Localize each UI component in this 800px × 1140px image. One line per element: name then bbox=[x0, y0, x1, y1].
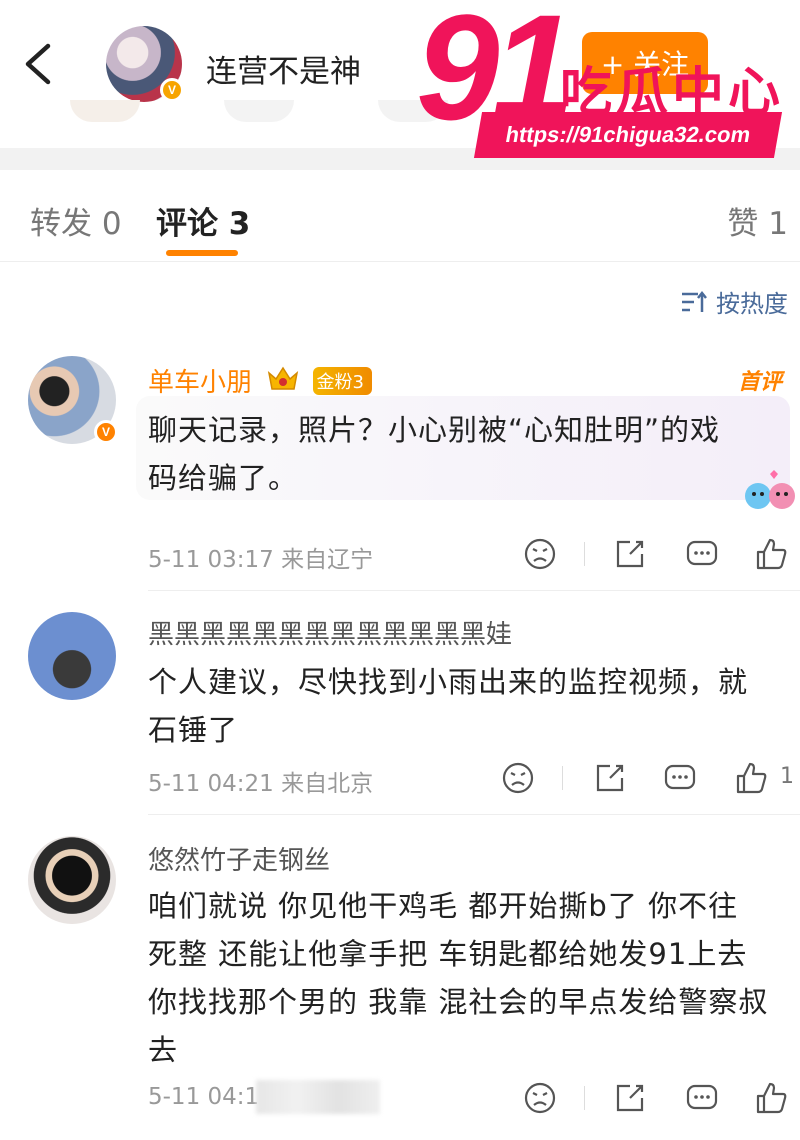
commenter-name[interactable]: 黑黑黑黑黑黑黑黑黑黑黑黑黑娃 bbox=[148, 614, 512, 651]
share-icon[interactable] bbox=[610, 1078, 650, 1118]
commenter-avatar[interactable] bbox=[28, 836, 116, 924]
comment-meta: 5-11 03:17 来自辽宁 bbox=[148, 547, 374, 573]
verified-badge-icon: V bbox=[160, 78, 184, 102]
comment-actions bbox=[520, 1078, 800, 1118]
reply-icon[interactable] bbox=[682, 534, 722, 574]
dislike-emoji-icon[interactable] bbox=[498, 758, 538, 798]
comment-meta: 5-11 04:21 来自北京 bbox=[148, 771, 374, 797]
comment-line: 码给骗了。 bbox=[148, 461, 299, 495]
comment-line: 死整 还能让他拿手把 车钥匙都给她发91上去 bbox=[148, 937, 748, 971]
crown-icon bbox=[268, 366, 299, 390]
comment-actions: 1 bbox=[498, 758, 800, 798]
sort-icon bbox=[682, 290, 707, 312]
like-count: 1 bbox=[780, 764, 794, 789]
like-icon[interactable] bbox=[732, 758, 772, 798]
comment-line: 石锤了 bbox=[148, 713, 239, 747]
redacted-blur bbox=[256, 1080, 380, 1114]
fan-badge: 金粉3 bbox=[312, 367, 372, 395]
watermark-url: https://91chigua32.com bbox=[473, 112, 783, 158]
dislike-emoji-icon[interactable] bbox=[520, 534, 560, 574]
tab-comments[interactable]: 评论 3 bbox=[156, 198, 250, 243]
verified-badge-icon: V bbox=[94, 420, 118, 444]
comment-meta: 5-11 04:1 bbox=[148, 1084, 260, 1110]
reply-icon[interactable] bbox=[682, 1078, 722, 1118]
dislike-emoji-icon[interactable] bbox=[520, 1078, 560, 1118]
like-icon[interactable] bbox=[752, 534, 792, 574]
profile-strip-item bbox=[70, 100, 140, 122]
comment-line: 去 bbox=[148, 1033, 179, 1067]
comment-text: 咱们就说 你见他干鸡毛 都开始撕b了 你不往 死整 还能让他拿手把 车钥匙都给她… bbox=[148, 882, 768, 1074]
reply-icon[interactable] bbox=[660, 758, 700, 798]
comment-text: 个人建议，尽快找到小雨出来的监控视频，就 石锤了 bbox=[148, 658, 748, 754]
comment-text: 聊天记录，照片？小心别被“心知肚明”的戏 码给骗了。 bbox=[148, 406, 720, 502]
commenter-name[interactable]: 悠然竹子走钢丝 bbox=[148, 840, 330, 877]
sticker-icon bbox=[745, 470, 795, 509]
commenter-avatar[interactable] bbox=[28, 612, 116, 700]
comment-line: 咱们就说 你见他干鸡毛 都开始撕b了 你不往 bbox=[148, 889, 739, 923]
comment-line: 聊天记录，照片？小心别被“心知肚明”的戏 bbox=[148, 413, 721, 447]
sort-control[interactable]: 按热度 bbox=[680, 284, 788, 319]
like-icon[interactable] bbox=[752, 1078, 792, 1118]
comment-actions bbox=[520, 534, 800, 574]
account-name[interactable]: 连营不是神 bbox=[206, 46, 361, 91]
active-tab-indicator bbox=[166, 250, 238, 256]
tab-reposts[interactable]: 转发 0 bbox=[30, 198, 122, 243]
profile-strip-item bbox=[224, 100, 294, 122]
comment-divider bbox=[148, 590, 800, 591]
commenter-name[interactable]: 单车小朋 金粉3 bbox=[148, 362, 372, 399]
comment-divider bbox=[148, 814, 800, 815]
share-icon[interactable] bbox=[590, 758, 630, 798]
comment-line: 个人建议，尽快找到小雨出来的监控视频，就 bbox=[148, 665, 749, 699]
back-arrow-icon[interactable] bbox=[20, 40, 60, 88]
sort-label: 按热度 bbox=[716, 290, 788, 318]
account-avatar[interactable]: V bbox=[106, 26, 184, 102]
comment-line: 你找找那个男的 我靠 混社会的早点发给警察叔 bbox=[148, 985, 769, 1019]
commenter-avatar[interactable]: V bbox=[28, 356, 118, 444]
first-comment-tag: 首评 bbox=[737, 370, 782, 395]
tab-likes[interactable]: 赞 1 bbox=[727, 198, 788, 243]
share-icon[interactable] bbox=[610, 534, 650, 574]
commenter-name-text: 单车小朋 bbox=[148, 368, 253, 398]
tab-bar: 转发 0 评论 3 赞 1 bbox=[0, 170, 800, 262]
